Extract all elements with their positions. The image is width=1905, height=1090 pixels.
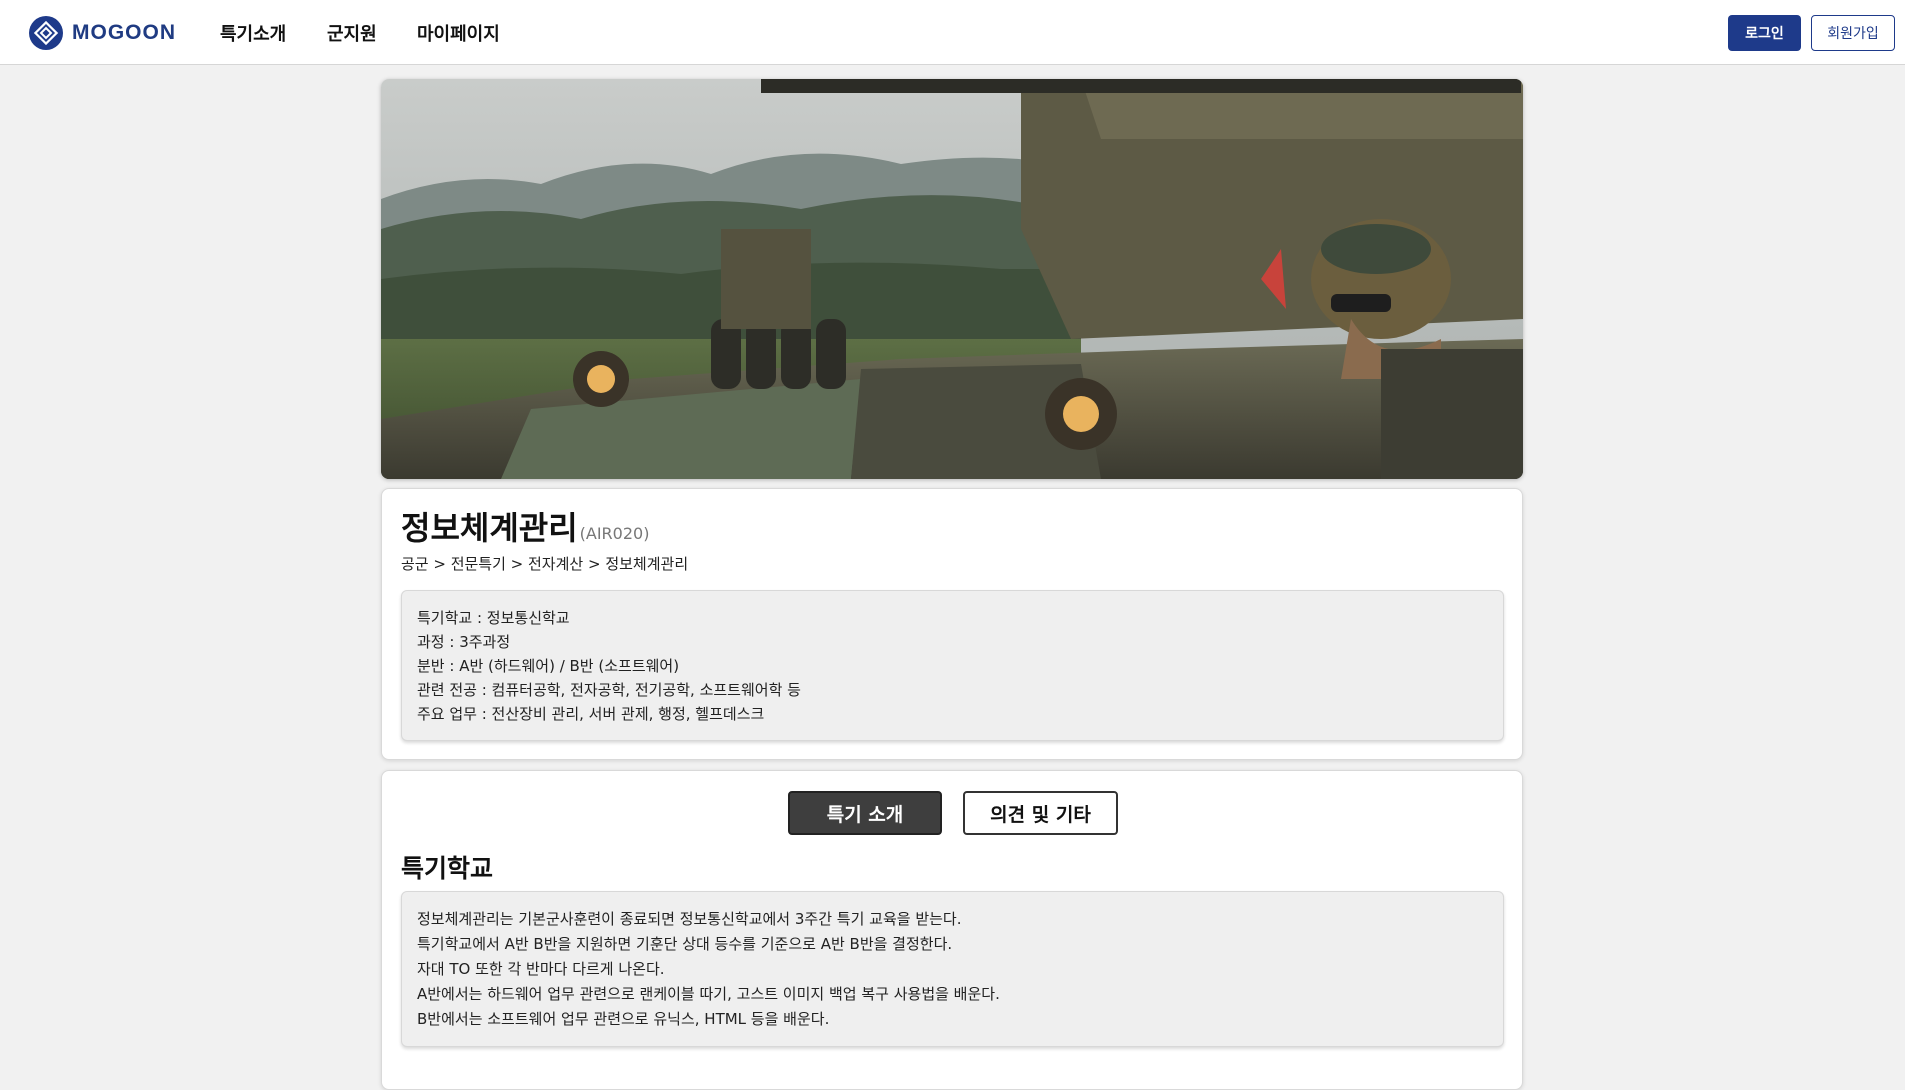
login-button[interactable]: 로그인 bbox=[1728, 15, 1801, 51]
description-line: 자대 TO 또한 각 반마다 다르게 나온다. bbox=[417, 960, 665, 978]
tab-opinions[interactable]: 의견 및 기타 bbox=[963, 791, 1118, 835]
description-line: B반에서는 소프트웨어 업무 관련으로 유닉스, HTML 등을 배운다. bbox=[417, 1010, 830, 1028]
hero-image bbox=[381, 79, 1523, 479]
specialty-code: (AIR020) bbox=[579, 524, 650, 543]
signup-button[interactable]: 회원가입 bbox=[1811, 15, 1895, 51]
logo-icon bbox=[29, 16, 63, 50]
logo[interactable]: MOGOON bbox=[28, 15, 176, 51]
armored-vehicle-photo bbox=[381, 79, 1523, 479]
info-duties: 주요 업무 : 전산장비 관리, 서버 관제, 행정, 헬프데스크 bbox=[417, 705, 765, 723]
specialty-info-card: 정보체계관리 (AIR020) 공군 > 전문특기 > 전자계산 > 정보체계관… bbox=[381, 488, 1523, 760]
info-majors: 관련 전공 : 컴퓨터공학, 전자공학, 전기공학, 소프트웨어학 등 bbox=[417, 681, 801, 699]
description-line: 정보체계관리는 기본군사훈련이 종료되면 정보통신학교에서 3주간 특기 교육을… bbox=[417, 910, 962, 928]
breadcrumb: 공군 > 전문특기 > 전자계산 > 정보체계관리 bbox=[401, 555, 689, 573]
tab-bar: 특기 소개 의견 및 기타 bbox=[788, 791, 1118, 835]
info-course: 과정 : 3주과정 bbox=[417, 633, 511, 651]
title-row: 정보체계관리 (AIR020) bbox=[401, 503, 649, 549]
specialty-intro-card: 특기 소개 의견 및 기타 특기학교 정보체계관리는 기본군사훈련이 종료되면 … bbox=[381, 770, 1523, 1090]
description-box: 정보체계관리는 기본군사훈련이 종료되면 정보통신학교에서 3주간 특기 교육을… bbox=[401, 891, 1504, 1047]
info-class: 분반 : A반 (하드웨어) / B반 (소프트웨어) bbox=[417, 657, 680, 675]
nav-specialty-intro[interactable]: 특기소개 bbox=[220, 20, 286, 46]
logo-text: MOGOON bbox=[72, 21, 176, 44]
tab-specialty-intro[interactable]: 특기 소개 bbox=[788, 791, 942, 835]
page-title: 정보체계관리 bbox=[401, 509, 578, 547]
section-title: 특기학교 bbox=[401, 854, 494, 883]
top-header: MOGOON 특기소개 군지원 마이페이지 로그인 회원가입 bbox=[0, 0, 1905, 65]
nav-military-apply[interactable]: 군지원 bbox=[327, 20, 377, 46]
nav-mypage[interactable]: 마이페이지 bbox=[417, 20, 500, 46]
specialty-summary-box: 특기학교 : 정보통신학교 과정 : 3주과정 분반 : A반 (하드웨어) /… bbox=[401, 590, 1504, 741]
description-line: A반에서는 하드웨어 업무 관련으로 랜케이블 따기, 고스트 이미지 백업 복… bbox=[417, 985, 1000, 1003]
description-line: 특기학교에서 A반 B반을 지원하면 기훈단 상대 등수를 기준으로 A반 B반… bbox=[417, 935, 953, 953]
info-school: 특기학교 : 정보통신학교 bbox=[417, 609, 570, 627]
